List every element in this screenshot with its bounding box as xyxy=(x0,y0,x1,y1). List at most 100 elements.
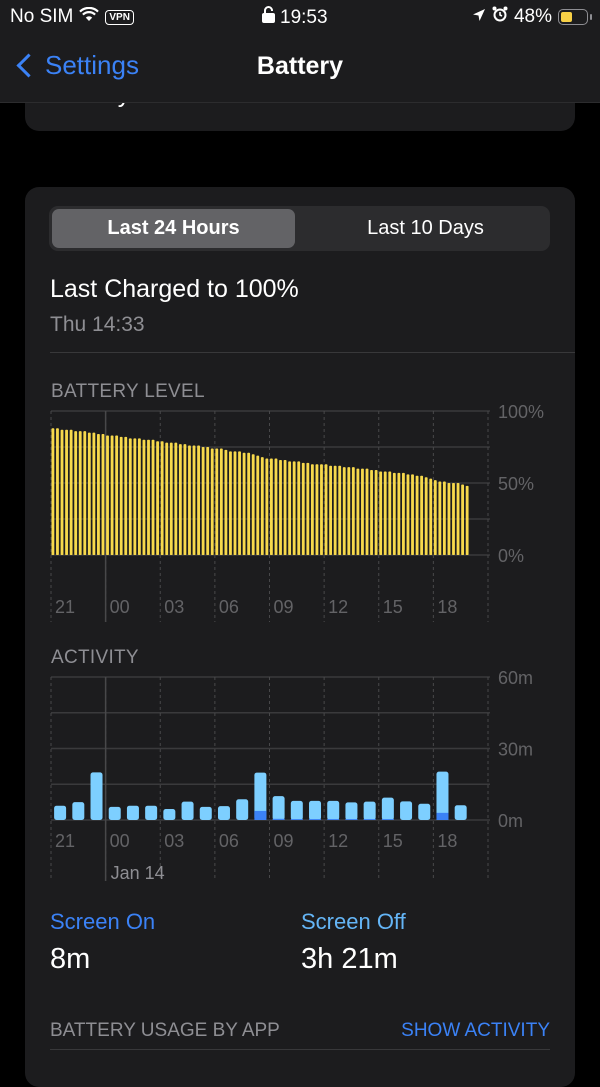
battery-bar xyxy=(392,472,396,555)
activity-bar-screen-on xyxy=(436,812,449,820)
date-label: Jan 14 xyxy=(111,863,165,883)
battery-bar xyxy=(447,483,451,555)
battery-bar xyxy=(160,441,164,555)
battery-bar xyxy=(119,436,123,555)
battery-bar xyxy=(233,451,237,555)
battery-bar xyxy=(242,452,246,555)
battery-bar xyxy=(51,428,55,555)
activity-bar-screen-off xyxy=(145,805,158,820)
battery-bar xyxy=(415,475,419,555)
battery-usage-by-app-label: BATTERY USAGE BY APP xyxy=(50,1020,280,1041)
activity-bar-screen-off xyxy=(54,805,67,820)
battery-bar xyxy=(456,483,460,555)
activity-bar-screen-off xyxy=(126,805,139,820)
battery-bar xyxy=(192,445,196,555)
tab-last-10-days[interactable]: Last 10 Days xyxy=(304,209,547,248)
battery-bar xyxy=(60,429,64,555)
battery-bar xyxy=(274,458,278,555)
clock-time: 19:53 xyxy=(280,6,328,28)
battery-bar xyxy=(188,445,191,555)
lock-icon xyxy=(262,6,275,29)
battery-bar xyxy=(128,438,132,555)
battery-bar xyxy=(292,461,296,555)
y-tick-label: 60m xyxy=(498,668,533,688)
battery-bar xyxy=(215,448,219,555)
battery-bar xyxy=(92,432,96,555)
divider xyxy=(50,1049,550,1050)
battery-bar xyxy=(260,457,264,555)
battery-bar xyxy=(265,458,269,555)
battery-bar xyxy=(133,438,137,555)
tab-last-24-hours[interactable]: Last 24 Hours xyxy=(52,209,295,248)
battery-bar xyxy=(388,471,392,555)
battery-bar xyxy=(65,429,68,555)
battery-bar xyxy=(101,434,105,555)
activity-bar-screen-off xyxy=(290,800,303,820)
battery-usage-card: Last 24 Hours Last 10 Days Last Charged … xyxy=(25,187,575,1087)
activity-bar-screen-on xyxy=(327,819,340,820)
x-tick-label: 06 xyxy=(219,597,239,617)
activity-chart: 0m 30m 60m 21 00 03 06 09 12 15 18 Jan 14 xyxy=(50,668,533,883)
y-tick-label: 0m xyxy=(498,811,523,831)
battery-bar xyxy=(251,454,255,555)
status-bar: No SIM VPN 19:53 48% xyxy=(0,0,600,36)
last-charged-time: Thu 14:33 xyxy=(50,313,145,336)
x-tick-label: 00 xyxy=(110,831,130,851)
activity-bar-screen-off xyxy=(400,801,413,820)
activity-bar-screen-off xyxy=(72,802,85,820)
page-title: Battery xyxy=(256,52,344,80)
battery-bar xyxy=(229,451,232,555)
activity-bar-screen-off xyxy=(381,797,394,820)
battery-bar xyxy=(151,439,155,555)
x-tick-label: 09 xyxy=(274,597,294,617)
x-tick-label: 18 xyxy=(437,831,457,851)
battery-bar xyxy=(147,439,150,555)
x-tick-label: 21 xyxy=(55,831,75,851)
battery-bar xyxy=(142,439,146,555)
show-activity-button[interactable]: SHOW ACTIVITY xyxy=(401,1020,550,1042)
battery-percent: 48% xyxy=(513,6,552,27)
battery-level-chart: 0% 50% 100% 21 00 03 06 09 12 15 18 xyxy=(50,402,544,622)
navigation-bar: Settings Battery xyxy=(0,36,600,103)
battery-bar xyxy=(247,452,251,555)
activity-bar-screen-off xyxy=(327,800,340,820)
battery-bar xyxy=(110,435,114,555)
battery-bar xyxy=(320,464,323,555)
battery-bar xyxy=(169,442,173,555)
battery-bar xyxy=(361,468,364,555)
activity-bar-screen-off xyxy=(236,799,249,820)
screen-on-value: 8m xyxy=(50,943,91,975)
battery-bar xyxy=(224,449,228,555)
battery-bar xyxy=(442,481,446,555)
x-tick-label: 15 xyxy=(383,597,403,617)
activity-bar-screen-on xyxy=(272,818,285,820)
battery-bar xyxy=(306,462,310,555)
activity-bar-screen-off xyxy=(181,801,194,820)
battery-bar xyxy=(333,465,337,555)
activity-bar-screen-off xyxy=(436,771,449,820)
battery-bar xyxy=(197,445,200,555)
battery-bar xyxy=(406,474,410,555)
battery-bar xyxy=(106,435,109,555)
carrier-label: No SIM xyxy=(10,6,74,27)
last-charged-title: Last Charged to 100% xyxy=(50,275,299,303)
battery-bar xyxy=(270,458,273,555)
battery-bar xyxy=(374,470,378,555)
wifi-icon xyxy=(79,6,100,28)
battery-bar xyxy=(465,485,469,555)
x-tick-label: 15 xyxy=(383,831,403,851)
battery-bar xyxy=(238,451,241,555)
activity-bar-screen-off xyxy=(345,802,358,820)
activity-bar-screen-on xyxy=(254,810,267,820)
y-tick-label: 0% xyxy=(498,546,524,566)
battery-bar xyxy=(165,442,169,555)
battery-bar xyxy=(156,441,160,555)
battery-bar xyxy=(288,461,292,555)
battery-bar xyxy=(370,470,373,555)
battery-bar xyxy=(324,464,328,555)
x-tick-label: 12 xyxy=(328,597,348,617)
x-tick-label: 03 xyxy=(164,831,184,851)
battery-bar xyxy=(297,461,301,555)
battery-bar xyxy=(78,431,82,555)
x-tick-label: 12 xyxy=(328,831,348,851)
